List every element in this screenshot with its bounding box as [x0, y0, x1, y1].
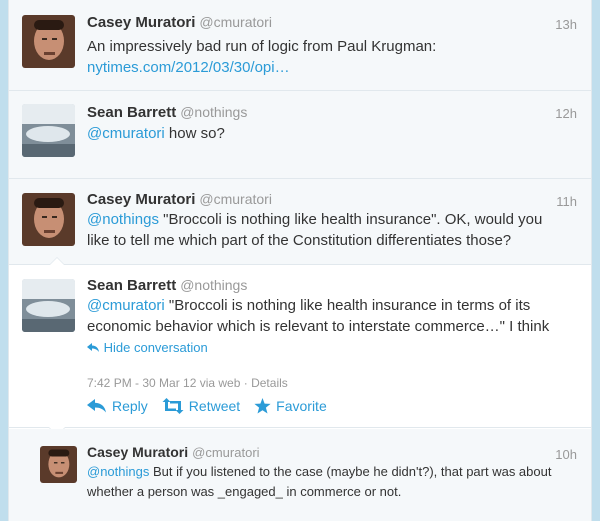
- avatar-casey[interactable]: [40, 446, 77, 483]
- author-name[interactable]: Sean Barrett: [87, 277, 176, 294]
- tweet-body: how so?: [164, 125, 225, 142]
- author-handle[interactable]: @cmuratori: [192, 445, 259, 460]
- tweet-text: @nothings But if you listened to the cas…: [87, 462, 577, 502]
- back-arrow-icon: [87, 343, 99, 352]
- avatar-casey[interactable]: [22, 15, 75, 68]
- tweet-casey-2[interactable]: Casey Muratori @cmuratori 11h @nothings "…: [9, 179, 591, 265]
- timeline: Casey Muratori @cmuratori 13h An impressi…: [8, 0, 592, 521]
- tweet-casey-1[interactable]: Casey Muratori @cmuratori 13h An impressi…: [9, 0, 591, 91]
- favorite-star-icon: [254, 398, 271, 414]
- tweet-time[interactable]: 11h: [556, 194, 577, 209]
- tweet-sean-expanded[interactable]: Sean Barrett @nothings @cmuratori "Brocco…: [9, 265, 591, 428]
- tweet-time[interactable]: 12h: [555, 106, 577, 121]
- avatar-casey[interactable]: [22, 193, 75, 246]
- meta-separator: ·: [243, 376, 252, 390]
- reply-button[interactable]: Reply: [87, 398, 148, 414]
- reply-arrow-icon: [87, 399, 106, 413]
- tweet-time[interactable]: 10h: [555, 447, 577, 462]
- retweet-label[interactable]: Retweet: [189, 398, 240, 414]
- tweet-time[interactable]: 13h: [555, 17, 577, 32]
- favorite-button[interactable]: Favorite: [254, 398, 327, 414]
- avatar-sean[interactable]: [22, 104, 75, 157]
- author-name[interactable]: Sean Barrett: [87, 104, 176, 121]
- reply-label[interactable]: Reply: [112, 398, 148, 414]
- avatar-sean[interactable]: [22, 279, 75, 332]
- hide-conversation-label[interactable]: Hide conversation: [104, 340, 208, 355]
- tweet-actions: Reply Retweet Favorite: [87, 398, 327, 414]
- author-handle[interactable]: @nothings: [180, 277, 247, 293]
- retweet-button[interactable]: Retweet: [162, 398, 240, 414]
- author-handle[interactable]: @cmuratori: [199, 14, 272, 30]
- author-handle[interactable]: @cmuratori: [199, 191, 272, 207]
- tweet-mention[interactable]: @cmuratori: [87, 125, 165, 142]
- hide-conversation-link[interactable]: Hide conversation: [87, 340, 208, 355]
- tweet-mention[interactable]: @nothings: [87, 464, 149, 479]
- tweet-link[interactable]: nytimes.com/2012/03/30/opi…: [87, 59, 290, 76]
- tweet-casey-reply[interactable]: Casey Muratori @cmuratori 10h @nothings B…: [9, 429, 591, 521]
- tweet-body: But if you listened to the case (maybe h…: [87, 464, 552, 499]
- tweet-mention[interactable]: @nothings: [87, 211, 159, 228]
- tweet-text: @cmuratori "Broccoli is nothing like hea…: [87, 295, 567, 337]
- author-name[interactable]: Casey Muratori: [87, 444, 188, 460]
- retweet-icon: [162, 398, 184, 414]
- favorite-label[interactable]: Favorite: [276, 398, 327, 414]
- author-name[interactable]: Casey Muratori: [87, 191, 195, 208]
- tweet-text: @nothings "Broccoli is nothing like heal…: [87, 209, 567, 251]
- tweet-mention[interactable]: @cmuratori: [87, 297, 165, 314]
- tweet-sean-1[interactable]: Sean Barrett @nothings 12h @cmuratori how…: [9, 91, 591, 179]
- details-link[interactable]: Details: [251, 376, 288, 390]
- tweet-body: An impressively bad run of logic from Pa…: [87, 38, 437, 55]
- tweet-text: An impressively bad run of logic from Pa…: [87, 36, 582, 78]
- tweet-text: @cmuratori how so?: [87, 123, 582, 144]
- author-handle[interactable]: @nothings: [180, 104, 247, 120]
- tweet-timestamp[interactable]: 7:42 PM - 30 Mar 12 via web: [87, 376, 240, 390]
- author-name[interactable]: Casey Muratori: [87, 14, 195, 31]
